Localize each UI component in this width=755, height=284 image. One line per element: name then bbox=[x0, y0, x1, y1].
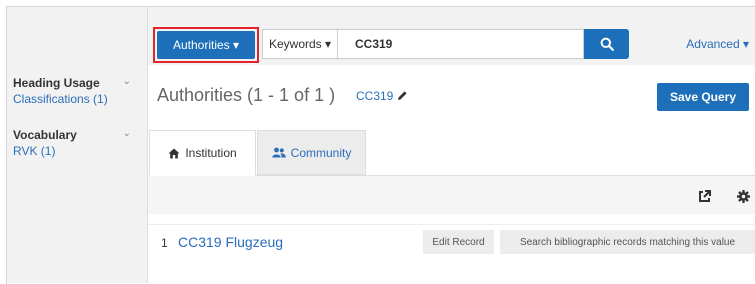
query-text: CC319 bbox=[356, 89, 394, 103]
facet-heading: Vocabulary bbox=[13, 128, 77, 142]
gear-icon[interactable] bbox=[737, 190, 750, 203]
tab-label: Community bbox=[290, 145, 352, 160]
query-label[interactable]: CC319 bbox=[356, 89, 408, 103]
facet-heading: Heading Usage bbox=[13, 76, 100, 90]
tab-institution[interactable]: Institution bbox=[149, 130, 256, 176]
row-number: 1 bbox=[161, 236, 168, 250]
export-icon[interactable] bbox=[698, 190, 711, 203]
facet-link-rvk[interactable]: RVK (1) bbox=[13, 144, 55, 158]
chevron-down-icon[interactable]: ⌄ bbox=[123, 76, 131, 87]
chevron-down-icon[interactable]: ⌄ bbox=[123, 128, 131, 139]
search-icon bbox=[600, 37, 614, 51]
users-icon bbox=[271, 147, 286, 158]
tab-label: Institution bbox=[185, 146, 237, 160]
facet-link-classifications[interactable]: Classifications (1) bbox=[13, 92, 108, 106]
search-button[interactable] bbox=[584, 29, 629, 59]
edit-record-button[interactable]: Edit Record bbox=[423, 230, 494, 254]
home-icon bbox=[168, 148, 180, 158]
facet-sidebar: Heading Usage ⌄ Classifications (1) Voca… bbox=[7, 7, 148, 283]
results-title: Authorities (1 - 1 of 1 ) bbox=[157, 85, 336, 105]
highlight-box: Authorities ▾ bbox=[153, 27, 259, 63]
tab-community[interactable]: Community bbox=[257, 130, 366, 175]
pencil-icon[interactable] bbox=[397, 90, 408, 101]
field-dropdown-button[interactable]: Keywords ▾ bbox=[262, 29, 338, 59]
advanced-search-link[interactable]: Advanced ▾ bbox=[686, 37, 749, 51]
scope-dropdown-button[interactable]: Authorities ▾ bbox=[157, 31, 255, 59]
search-input[interactable] bbox=[337, 29, 584, 59]
search-bib-records-button[interactable]: Search bibliographic records matching th… bbox=[500, 230, 755, 254]
results-toolbar bbox=[148, 176, 755, 214]
record-title-link[interactable]: CC319 Flugzeug bbox=[178, 234, 283, 250]
save-query-button[interactable]: Save Query bbox=[657, 83, 749, 111]
